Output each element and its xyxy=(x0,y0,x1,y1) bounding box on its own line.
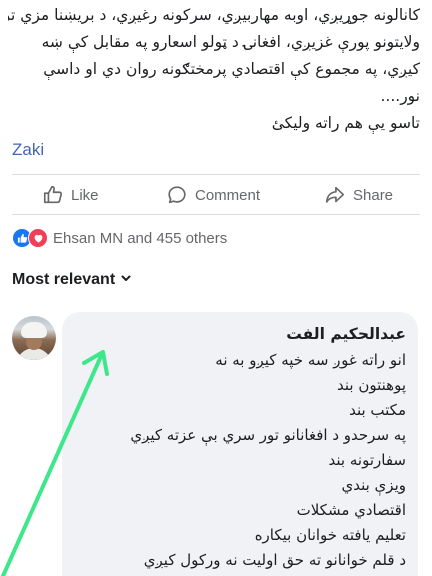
post-text-line: کیږي، په مجموع کې اقتصادي پرمختګونه روان… xyxy=(43,60,420,78)
like-button[interactable]: Like xyxy=(42,182,99,208)
share-label: Share xyxy=(353,186,394,204)
comment-button[interactable]: Comment xyxy=(166,182,260,208)
sort-label: Most relevant xyxy=(12,271,116,288)
comment-author-name[interactable]: عبدالحکیم الفت xyxy=(286,322,406,346)
like-label: Like xyxy=(71,186,99,204)
chevron-down-icon xyxy=(120,271,132,289)
sort-comments-dropdown[interactable]: Most relevant xyxy=(12,268,132,292)
commenter-avatar[interactable] xyxy=(12,316,56,360)
post-text-line: کانالونه جوړیږي، اوبه مهاربیږي، سرکونه ر… xyxy=(8,6,420,24)
love-reaction-icon xyxy=(28,228,48,248)
comment-text-line: په سرحدو د افغانانو تور سري بې عزته کیږي xyxy=(130,426,406,444)
comment-text-line: ویزې بندي xyxy=(341,476,406,494)
comment-label: Comment xyxy=(195,186,261,204)
share-button[interactable]: Share xyxy=(324,182,393,208)
author-link[interactable]: Zaki xyxy=(12,138,44,162)
comment-text-line: پوهنتون بند xyxy=(337,376,406,394)
comment-text-line: مکتب بند xyxy=(349,401,406,419)
post-text-line: نور.... xyxy=(380,87,420,105)
post-text-line: تاسو يې هم راته ولیکئ xyxy=(271,114,420,132)
comment-text-line: د قلم خوانانو ته حق اولیت نه ورکول کیږي xyxy=(143,551,406,569)
divider xyxy=(12,174,420,175)
reactions-row[interactable]: Ehsan MN and 455 others xyxy=(12,228,227,248)
comment-text-line: تعلیم یافته خوانان بیکاره xyxy=(254,526,406,544)
reactions-summary[interactable]: Ehsan MN and 455 others xyxy=(53,230,227,247)
share-arrow-icon xyxy=(324,184,346,206)
post-text-line: ولایتونو پورې غزیږي، افغانۍ د ټولو اسعار… xyxy=(41,33,420,51)
speech-bubble-icon xyxy=(166,184,188,206)
comment-text-line: اقتصادي مشکلات xyxy=(296,501,406,519)
comment-text-line: انو راته غوږ سه خپه کیږو به نه xyxy=(215,351,406,369)
comment-text-line: سفارتونه بند xyxy=(328,451,406,469)
thumbs-up-icon xyxy=(42,184,64,206)
divider xyxy=(12,214,420,215)
